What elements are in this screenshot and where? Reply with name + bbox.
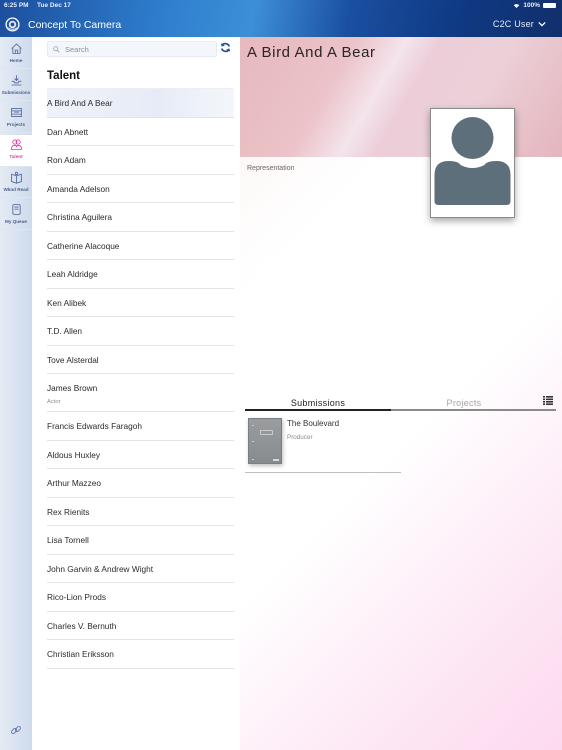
talent-name: James Brown <box>47 383 98 393</box>
talent-list-item[interactable]: James Brown Actor <box>47 374 234 412</box>
app-root: 6:25 PM Tue Dec 17 100% Concept To Camer… <box>0 0 562 750</box>
document-icon <box>11 204 21 215</box>
link-icon[interactable] <box>10 724 22 736</box>
list-view-icon[interactable] <box>543 396 553 405</box>
talent-name: A Bird And A Bear <box>47 98 113 108</box>
sidebar-item-wkndread[interactable]: Wknd Read <box>0 168 32 198</box>
submission-role: Producer <box>287 434 313 441</box>
talent-list-item[interactable]: Leah Aldridge <box>47 260 234 289</box>
talent-name: Dan Abnett <box>47 126 89 137</box>
talent-name: Catherine Alacoque <box>47 240 120 251</box>
talent-list-item[interactable]: Arthur Mazzeo <box>47 469 234 498</box>
talent-name: Arthur Mazzeo <box>47 478 101 488</box>
status-bar: 6:25 PM Tue Dec 17 100% <box>4 2 556 11</box>
film-icon <box>10 108 22 117</box>
talent-name: Rico-Lion Prods <box>47 592 107 602</box>
sidebar-item-label: Home <box>9 58 23 63</box>
talent-name: Francis Edwards Faragoh <box>47 421 142 431</box>
talent-name: Tove Alsterdal <box>47 354 99 365</box>
talent-list-item[interactable]: Christina Aguilera <box>47 203 234 232</box>
search-icon <box>53 45 60 53</box>
talent-list-item[interactable]: Tove Alsterdal <box>47 346 234 374</box>
app-logo-icon <box>5 17 20 32</box>
talent-list: A Bird And A Bear Dan Abnett Ron Adam Amand… <box>47 89 234 669</box>
chevron-down-icon <box>538 21 546 27</box>
sidebar-item-label: My Queue <box>5 219 27 224</box>
talent-list-item[interactable]: Ken Alibek <box>47 289 234 317</box>
tab-underline <box>537 409 556 411</box>
talent-name: Aldous Huxley <box>47 449 101 460</box>
talent-name: Lisa Tornell <box>47 535 89 545</box>
tab-submissions[interactable]: Submissions <box>245 395 391 411</box>
detail-title: A Bird And A Bear <box>247 44 376 61</box>
sidebar-nav: Home Submissions Projects Talent Wknd Re… <box>0 37 32 750</box>
talent-list-item[interactable]: Dan Abnett <box>47 118 234 146</box>
profile-photo[interactable] <box>430 108 515 218</box>
search-bar <box>47 41 217 57</box>
talent-name: Rex Rienits <box>47 506 90 517</box>
user-name: C2C User <box>492 19 534 29</box>
battery-icon <box>543 3 556 8</box>
refresh-icon[interactable] <box>220 42 231 53</box>
talent-list-item[interactable]: Rico-Lion Prods <box>47 583 234 612</box>
wifi-icon <box>514 4 520 8</box>
talent-list-item[interactable]: Rex Rienits <box>47 498 234 526</box>
sidebar-item-talent[interactable]: Talent <box>0 135 32 167</box>
people-icon <box>10 139 22 150</box>
talent-list-item[interactable]: Christian Eriksson <box>47 640 234 669</box>
talent-list-item[interactable]: Charles V. Bernuth <box>47 612 234 640</box>
talent-list-item[interactable]: Aldous Huxley <box>47 441 234 469</box>
submission-item[interactable]: The Boulevard Producer <box>245 415 401 473</box>
talent-list-item[interactable]: John Garvin & Andrew Wight <box>47 555 234 583</box>
app-title: Concept To Camera <box>28 19 122 31</box>
talent-list-item[interactable]: Ron Adam <box>47 146 234 175</box>
sidebar-item-myqueue[interactable]: My Queue <box>0 200 32 230</box>
talent-name: Charles V. Bernuth <box>47 620 117 631</box>
talent-name: Christina Aguilera <box>47 212 113 222</box>
talent-list-item[interactable]: A Bird And A Bear <box>47 89 234 118</box>
status-indicators: 100% <box>513 2 556 9</box>
talent-name: Christian Eriksson <box>47 649 114 659</box>
talent-name: T.D. Allen <box>47 326 83 336</box>
talent-name: John Garvin & Andrew Wight <box>47 563 154 574</box>
inbox-download-icon <box>11 75 21 86</box>
talent-list-item[interactable]: Francis Edwards Faragoh <box>47 412 234 441</box>
talent-name: Amanda Adelson <box>47 183 110 194</box>
representation-label: Representation <box>247 165 295 172</box>
script-thumbnail-icon <box>248 418 282 464</box>
sidebar-item-home[interactable]: Home <box>0 39 32 69</box>
talent-list-item[interactable]: Catherine Alacoque <box>47 232 234 260</box>
tab-projects[interactable]: Projects <box>391 395 537 411</box>
sidebar-item-projects[interactable]: Projects <box>0 103 32 133</box>
home-icon <box>10 43 22 54</box>
sidebar-item-submissions[interactable]: Submissions <box>0 71 32 101</box>
sidebar-item-label: Projects <box>6 122 26 127</box>
talent-name: Ken Alibek <box>47 297 87 308</box>
sidebar-item-label: Submissions <box>1 90 31 95</box>
battery-percent: 100% <box>523 2 540 9</box>
submission-title: The Boulevard <box>287 419 340 428</box>
sidebar-item-label: Talent <box>9 154 23 159</box>
person-placeholder-icon <box>434 117 511 205</box>
app-header: 6:25 PM Tue Dec 17 100% Concept To Camer… <box>0 0 562 37</box>
talent-list-item[interactable]: Lisa Tornell <box>47 526 234 555</box>
list-title: Talent <box>47 70 81 82</box>
talent-name: Ron Adam <box>47 155 86 165</box>
search-input[interactable] <box>65 44 215 54</box>
open-book-icon <box>10 171 22 184</box>
talent-list-item[interactable]: T.D. Allen <box>47 317 234 346</box>
talent-name: Leah Aldridge <box>47 269 98 279</box>
status-time: 6:25 PM <box>4 2 29 9</box>
talent-role: Actor <box>47 399 61 405</box>
talent-detail-panel: A Bird And A Bear Representation Submiss… <box>240 37 562 750</box>
status-date: Tue Dec 17 <box>37 2 71 9</box>
user-menu-button[interactable]: C2C User <box>493 19 546 29</box>
sidebar-item-label: Wknd Read <box>3 187 29 192</box>
detail-tabs: Submissions Projects <box>245 395 556 412</box>
talent-list-panel: Talent A Bird And A Bear Dan Abnett Ron Ad… <box>32 37 240 750</box>
talent-list-item[interactable]: Amanda Adelson <box>47 175 234 203</box>
